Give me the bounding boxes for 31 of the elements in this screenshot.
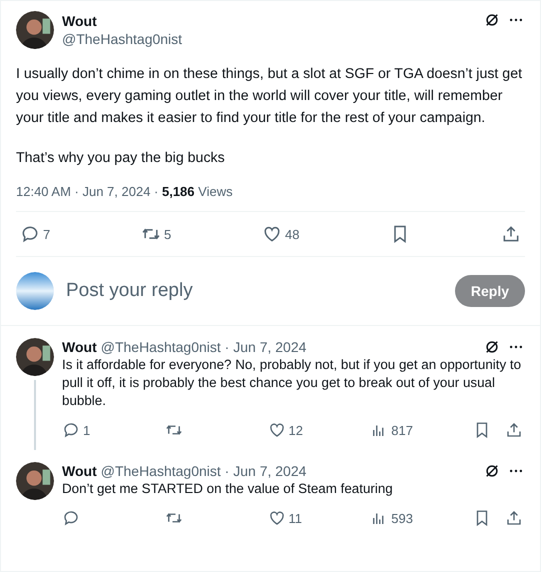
share-icon[interactable] <box>505 509 523 527</box>
reply-text: Is it affordable for everyone? No, probably not, but if you get an opportunity to pull it off, it is probably the best chance you get to break out of your usual bubble. <box>62 356 522 410</box>
count-label: 817 <box>391 422 413 438</box>
avatar-icon[interactable] <box>16 11 54 49</box>
heart-icon[interactable] <box>268 421 286 439</box>
author-byline: @TheHashtag0nist · Jun 7, 2024 <box>100 339 306 355</box>
share-icon[interactable] <box>505 421 523 439</box>
count-label: 7 <box>43 226 50 242</box>
reply-icon[interactable] <box>62 509 80 527</box>
author-handle[interactable]: @TheHashtag0nist <box>62 31 475 47</box>
count-label: 12 <box>288 422 303 438</box>
heart-icon[interactable] <box>262 224 282 244</box>
tweet-text: I usually don’t chime in on these things, but a slot at SGF or TGA doesn’t just get you views, every gaming outlet in the world will cover your title, will remember your title and makes it easier to find your title for the rest of your campaign. <box>16 65 524 128</box>
reply-text: Don’t get me STARTED on the value of Steam featuring <box>62 480 394 498</box>
share-icon[interactable] <box>501 224 521 244</box>
author-name[interactable]: Wout <box>62 13 475 29</box>
count-label: 5 <box>164 226 172 242</box>
count-label: 11 <box>288 510 302 526</box>
tweet-text: That’s why you pay the big bucks <box>16 149 226 168</box>
author-name[interactable]: Wout <box>62 339 97 355</box>
avatar-icon[interactable] <box>16 462 54 500</box>
reply-icon[interactable] <box>62 421 80 439</box>
author-name[interactable]: Wout <box>62 463 97 479</box>
count-label: 48 <box>285 226 300 242</box>
author-byline: @TheHashtag0nist · Jun 7, 2024 <box>100 463 306 479</box>
count-label: 593 <box>391 510 413 526</box>
reply-icon[interactable] <box>20 224 40 244</box>
avatar-icon[interactable] <box>16 338 54 376</box>
heart-icon[interactable] <box>268 509 286 527</box>
timestamp: 12:40 AM · Jun 7, 2024 · 5,186 Views <box>16 184 234 201</box>
count-label: 1 <box>83 422 90 438</box>
